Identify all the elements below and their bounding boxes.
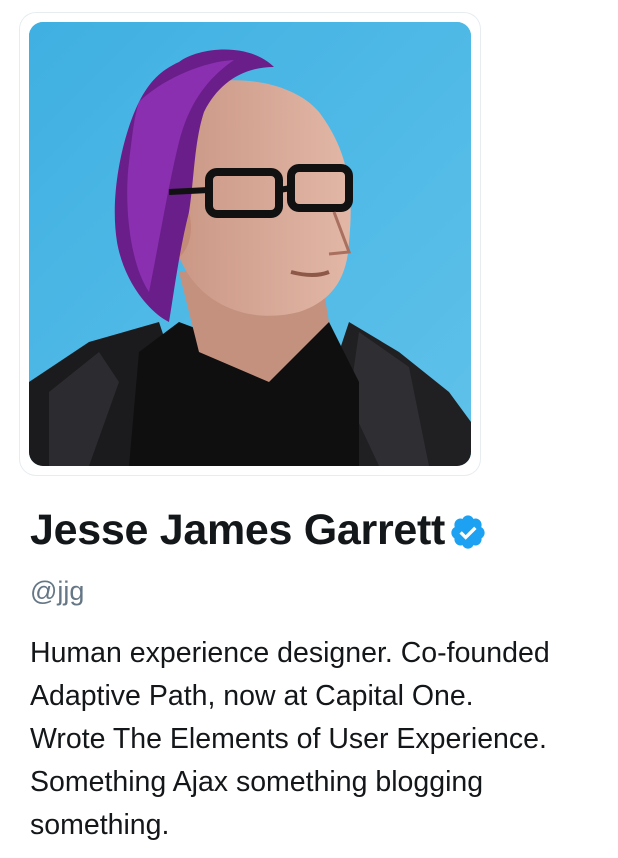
bio-line: Something Ajax something blogging: [30, 766, 484, 798]
bio-line: Human experience designer. Co-founded: [30, 637, 550, 669]
profile-avatar[interactable]: [29, 22, 471, 466]
profile-bio: Human experience designer. Co-founded Ad…: [30, 632, 610, 847]
profile-photo-illustration: [29, 22, 471, 466]
profile-name-row: Jesse James Garrett: [30, 500, 487, 560]
bio-line: something.: [30, 809, 170, 841]
profile-name[interactable]: Jesse James Garrett: [30, 506, 445, 555]
bio-line: Adaptive Path, now at Capital One.: [30, 680, 474, 712]
bio-line: Wrote The Elements of User Experience.: [30, 723, 547, 755]
verified-badge-icon: [449, 513, 487, 551]
profile-handle[interactable]: @jjg: [30, 576, 84, 607]
profile-avatar-frame[interactable]: [20, 13, 480, 475]
